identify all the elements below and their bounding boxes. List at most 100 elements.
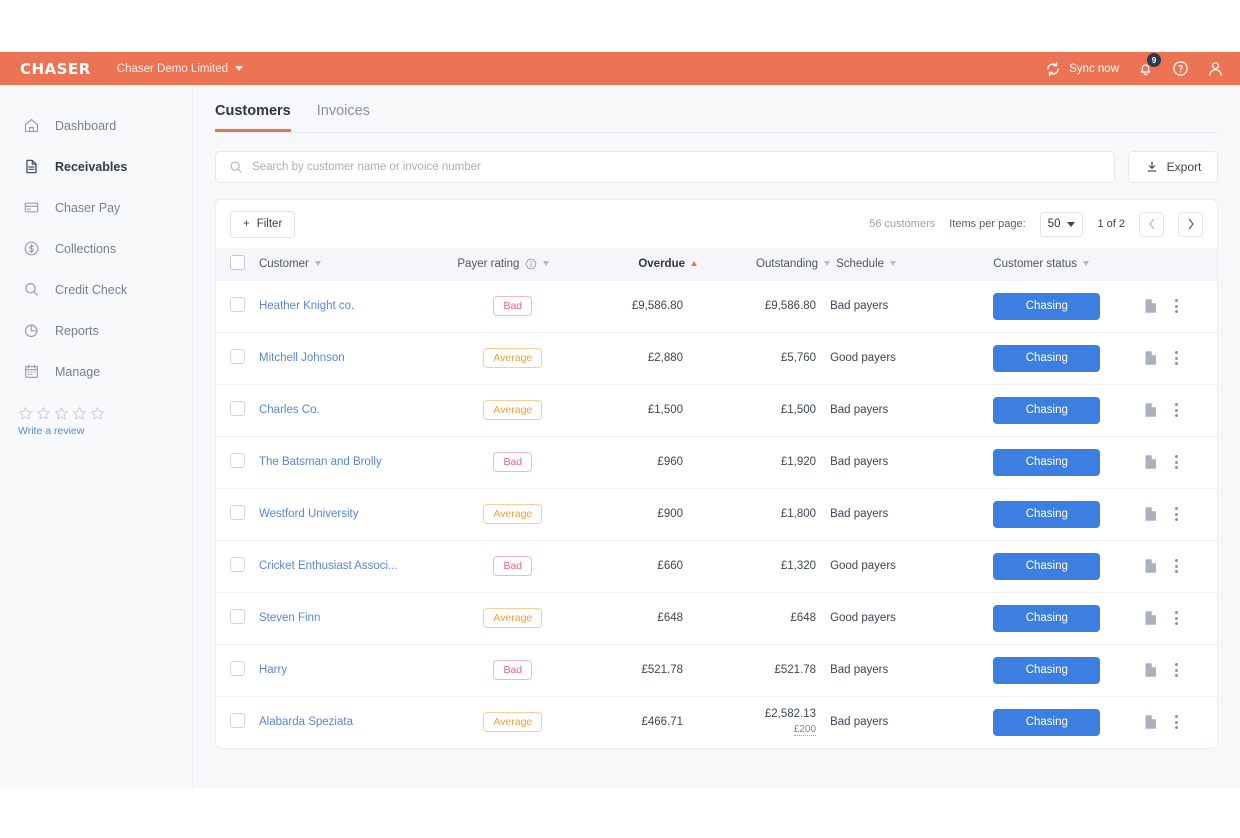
row-checkbox[interactable]: [230, 453, 245, 468]
star-icon[interactable]: [36, 406, 51, 421]
kebab-menu-icon[interactable]: [1173, 713, 1180, 731]
info-circle-icon[interactable]: [525, 258, 537, 270]
row-checkbox[interactable]: [230, 401, 245, 416]
previous-page-button[interactable]: [1139, 211, 1164, 237]
file-icon[interactable]: [1144, 558, 1158, 574]
kebab-menu-icon[interactable]: [1173, 505, 1180, 523]
table-row[interactable]: Westford University Average £900 £1,800 Bad …: [216, 488, 1217, 540]
sidebar-item-collections[interactable]: Collections: [0, 228, 192, 269]
kebab-menu-icon[interactable]: [1173, 609, 1180, 627]
notifications-button[interactable]: 9: [1137, 53, 1161, 77]
help-circle-icon: [1173, 61, 1188, 76]
header-overdue[interactable]: Overdue: [574, 248, 698, 280]
table-row[interactable]: Heather Knight co. Bad £9,586.80 £9,586.80 B…: [216, 280, 1217, 332]
customer-name-link[interactable]: Mitchell Johnson: [259, 352, 345, 364]
status-chasing-button[interactable]: Chasing: [993, 344, 1101, 372]
sidebar-item-chaser-pay[interactable]: Chaser Pay: [0, 187, 192, 228]
file-icon[interactable]: [1144, 402, 1158, 418]
header-overdue-label: Overdue: [638, 257, 686, 270]
file-icon[interactable]: [1144, 506, 1158, 522]
customer-name-link[interactable]: Harry: [259, 664, 287, 676]
status-chasing-button[interactable]: Chasing: [993, 396, 1101, 424]
header-customer-status[interactable]: Customer status: [971, 248, 1140, 280]
sidebar-item-reports[interactable]: Reports: [0, 310, 192, 351]
status-chasing-button[interactable]: Chasing: [993, 500, 1101, 528]
file-icon[interactable]: [1144, 662, 1158, 678]
table-row[interactable]: Mitchell Johnson Average £2,880 £5,760 Good …: [216, 332, 1217, 384]
customer-name-link[interactable]: Steven Finn: [259, 612, 320, 624]
search-box[interactable]: [215, 151, 1115, 183]
table-row[interactable]: Cricket Enthusiast Associ... Bad £660 £1,32…: [216, 540, 1217, 592]
header-schedule[interactable]: Schedule: [830, 248, 971, 280]
status-chasing-button[interactable]: Chasing: [993, 604, 1101, 632]
status-chasing-button[interactable]: Chasing: [993, 448, 1101, 476]
customer-name-link[interactable]: Westford University: [259, 508, 358, 520]
items-per-page-select[interactable]: 50: [1039, 211, 1084, 237]
row-checkbox[interactable]: [230, 297, 245, 312]
star-icon[interactable]: [18, 406, 33, 421]
sidebar-item-dashboard[interactable]: Dashboard: [0, 105, 192, 146]
tab-invoices[interactable]: Invoices: [317, 103, 370, 132]
kebab-menu-icon[interactable]: [1173, 349, 1180, 367]
row-select-cell: [216, 696, 259, 748]
sync-now-button[interactable]: Sync now: [1045, 61, 1119, 77]
customer-name-link[interactable]: Heather Knight co.: [259, 300, 354, 312]
filter-button[interactable]: + Filter: [230, 210, 296, 238]
search-input[interactable]: [252, 161, 1101, 173]
status-chasing-button[interactable]: Chasing: [993, 656, 1101, 684]
row-checkbox[interactable]: [230, 557, 245, 572]
star-icon[interactable]: [54, 406, 69, 421]
file-icon[interactable]: [1144, 714, 1158, 730]
select-all-header: [216, 248, 259, 280]
schedule-cell: Bad payers: [830, 664, 889, 676]
chaser-logo[interactable]: CHASER: [20, 60, 91, 78]
star-icon[interactable]: [72, 406, 87, 421]
star-icon[interactable]: [90, 406, 105, 421]
table-row[interactable]: Steven Finn Average £648 £648 Good payers Cha…: [216, 592, 1217, 644]
export-button[interactable]: Export: [1128, 151, 1218, 183]
row-checkbox[interactable]: [230, 661, 245, 676]
customer-name-link[interactable]: The Batsman and Brolly: [259, 456, 382, 468]
kebab-menu-icon[interactable]: [1173, 557, 1180, 575]
outstanding-sub-value[interactable]: £200: [793, 724, 817, 737]
status-chasing-button[interactable]: Chasing: [993, 552, 1101, 580]
table-row[interactable]: The Batsman and Brolly Bad £960 £1,920 Bad p…: [216, 436, 1217, 488]
kebab-menu-icon[interactable]: [1173, 297, 1180, 315]
row-checkbox[interactable]: [230, 349, 245, 364]
account-button[interactable]: [1207, 60, 1224, 77]
kebab-menu-icon[interactable]: [1173, 401, 1180, 419]
outstanding-cell: £521.78: [697, 644, 830, 696]
table-row[interactable]: Alabarda Speziata Average £466.71 £2,582.13…: [216, 696, 1217, 748]
sidebar-item-receivables[interactable]: Receivables: [0, 146, 192, 187]
help-button[interactable]: [1172, 60, 1189, 77]
table-row[interactable]: Harry Bad £521.78 £521.78 Bad payers Chasing: [216, 644, 1217, 696]
file-icon[interactable]: [1144, 454, 1158, 470]
customer-name-link[interactable]: Cricket Enthusiast Associ...: [259, 560, 398, 572]
row-actions-cell: [1140, 644, 1217, 696]
select-all-checkbox[interactable]: [230, 254, 245, 270]
customer-name-link[interactable]: Charles Co.: [259, 404, 320, 416]
sidebar-item-manage[interactable]: Manage: [0, 351, 192, 392]
row-checkbox[interactable]: [230, 713, 245, 729]
write-a-review-link[interactable]: Write a review: [18, 425, 192, 437]
header-customer[interactable]: Customer: [259, 248, 451, 280]
sidebar-item-credit-check[interactable]: Credit Check: [0, 269, 192, 310]
next-page-button[interactable]: [1178, 211, 1203, 237]
row-checkbox[interactable]: [230, 505, 245, 520]
file-icon[interactable]: [1144, 350, 1158, 366]
customer-name-link[interactable]: Alabarda Speziata: [259, 716, 353, 728]
status-chasing-button[interactable]: Chasing: [993, 292, 1101, 320]
status-chasing-button[interactable]: Chasing: [993, 708, 1101, 736]
star-rating[interactable]: [18, 406, 192, 421]
row-checkbox[interactable]: [230, 609, 245, 624]
sidebar: Dashboard Receivables Chaser Pay Collect…: [0, 85, 193, 788]
file-icon[interactable]: [1144, 298, 1158, 314]
kebab-menu-icon[interactable]: [1173, 453, 1180, 471]
file-icon[interactable]: [1144, 610, 1158, 626]
tab-customers[interactable]: Customers: [215, 103, 291, 132]
kebab-menu-icon[interactable]: [1173, 661, 1180, 679]
header-payer-rating[interactable]: Payer rating: [451, 248, 574, 280]
header-outstanding[interactable]: Outstanding: [697, 248, 831, 280]
table-row[interactable]: Charles Co. Average £1,500 £1,500 Bad payers…: [216, 384, 1217, 436]
company-selector[interactable]: Chaser Demo Limited: [117, 63, 243, 75]
